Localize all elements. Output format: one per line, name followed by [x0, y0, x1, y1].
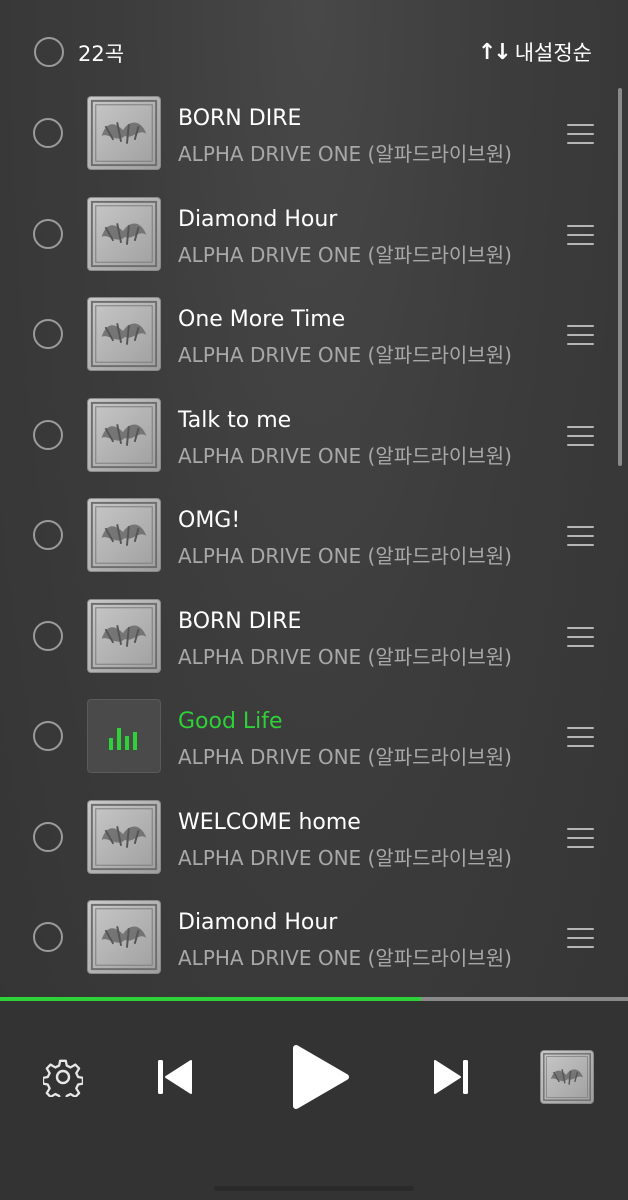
track-artist: ALPHA DRIVE ONE (알파드라이브원) [178, 443, 512, 468]
album-art [87, 397, 161, 472]
play-icon [293, 1045, 349, 1109]
track-title: BORN DIRE [178, 608, 302, 634]
track-count: 22곡 [78, 42, 125, 66]
track-artist: ALPHA DRIVE ONE (알파드라이브원) [178, 644, 512, 669]
track-title: WELCOME home [178, 809, 361, 835]
drag-handle-icon[interactable] [567, 827, 594, 848]
track-select-checkbox[interactable] [33, 721, 63, 751]
sort-arrows-icon: ↑↓ [477, 39, 512, 65]
album-art [87, 196, 161, 271]
drag-handle-icon[interactable] [567, 928, 594, 948]
progress-bar[interactable] [0, 997, 628, 1001]
drag-handle-icon[interactable] [567, 124, 594, 144]
drag-handle-icon[interactable] [567, 626, 594, 647]
track-select-checkbox[interactable] [33, 218, 63, 249]
track-select-checkbox[interactable] [33, 118, 63, 148]
sort-label: 내설정순 [514, 41, 592, 65]
track-row[interactable]: Talk to me ALPHA DRIVE ONE (알파드라이브원) [0, 384, 628, 485]
sort-button[interactable]: ↑↓ 내설정순 [478, 37, 592, 67]
drag-handle-icon[interactable] [567, 526, 594, 546]
track-artist: ALPHA DRIVE ONE (알파드라이브원) [178, 242, 512, 267]
player-bar [0, 1001, 628, 1200]
drag-handle-icon[interactable] [567, 224, 594, 245]
track-select-checkbox[interactable] [33, 520, 63, 550]
home-indicator [214, 1186, 414, 1191]
album-art [87, 699, 161, 773]
track-artist: ALPHA DRIVE ONE (알파드라이브원) [178, 845, 512, 870]
track-title: Diamond Hour [178, 910, 338, 935]
track-row[interactable]: Diamond Hour ALPHA DRIVE ONE (알파드라이브원) [0, 183, 628, 284]
drag-handle-icon[interactable] [567, 727, 594, 747]
track-row[interactable]: One More Time ALPHA DRIVE ONE (알파드라이브원) [0, 283, 628, 384]
album-art [87, 297, 161, 371]
track-title: Diamond Hour [178, 206, 338, 232]
drag-handle-icon[interactable] [567, 425, 594, 446]
album-art [87, 96, 161, 170]
track-row[interactable]: WELCOME home ALPHA DRIVE ONE (알파드라이브원) [0, 786, 628, 887]
track-artist: ALPHA DRIVE ONE (알파드라이브원) [178, 745, 512, 769]
track-artist: ALPHA DRIVE ONE (알파드라이브원) [178, 946, 512, 970]
previous-track-button[interactable] [156, 1057, 194, 1097]
drag-handle-icon[interactable] [567, 325, 594, 345]
progress-fill [0, 997, 421, 1001]
next-track-button[interactable] [432, 1057, 470, 1097]
album-art [87, 498, 161, 572]
track-title: One More Time [178, 307, 346, 332]
play-button[interactable] [290, 1043, 350, 1111]
gear-icon[interactable] [41, 1057, 85, 1102]
next-track-icon [434, 1060, 468, 1094]
track-row[interactable]: OMG! ALPHA DRIVE ONE (알파드라이브원) [0, 484, 628, 585]
track-list: BORN DIRE ALPHA DRIVE ONE (알파드라이브원) Diamon… [0, 82, 628, 987]
track-artist: ALPHA DRIVE ONE (알파드라이브원) [178, 142, 512, 166]
track-select-checkbox[interactable] [33, 319, 63, 349]
track-title: OMG! [178, 508, 241, 533]
track-select-checkbox[interactable] [33, 922, 63, 952]
previous-track-icon [158, 1060, 192, 1094]
track-select-checkbox[interactable] [33, 821, 63, 852]
now-playing-album-art[interactable] [540, 1050, 594, 1104]
album-art [87, 598, 161, 673]
album-art [87, 900, 161, 974]
track-title: Good Life [178, 709, 283, 734]
track-title: BORN DIRE [178, 106, 302, 131]
album-art [87, 799, 161, 874]
track-row[interactable]: BORN DIRE ALPHA DRIVE ONE (알파드라이브원) [0, 82, 628, 183]
track-row[interactable]: Good Life ALPHA DRIVE ONE (알파드라이브원) [0, 685, 628, 786]
track-artist: ALPHA DRIVE ONE (알파드라이브원) [178, 544, 512, 568]
track-artist: ALPHA DRIVE ONE (알파드라이브원) [178, 343, 512, 367]
equalizer-icon [109, 726, 141, 750]
track-select-checkbox[interactable] [33, 419, 63, 450]
track-title: Talk to me [178, 407, 292, 433]
select-all-checkbox[interactable] [34, 37, 64, 67]
scrollbar[interactable] [618, 88, 622, 466]
track-select-checkbox[interactable] [33, 620, 63, 651]
track-row[interactable]: BORN DIRE ALPHA DRIVE ONE (알파드라이브원) [0, 585, 628, 686]
track-row[interactable]: Diamond Hour ALPHA DRIVE ONE (알파드라이브원) [0, 886, 628, 987]
